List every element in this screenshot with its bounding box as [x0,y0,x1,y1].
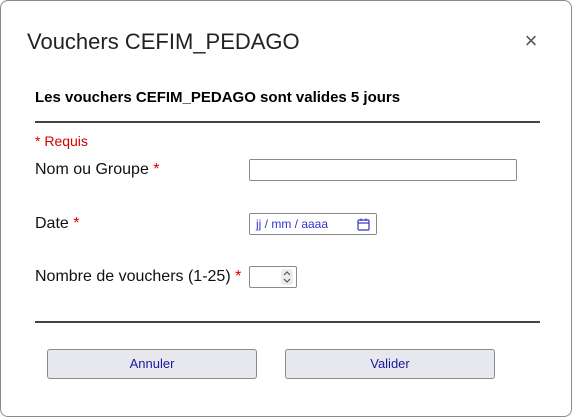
bottom-divider [35,321,540,323]
count-label-text: Nombre de vouchers (1-25) [35,268,231,285]
date-label-text: Date [35,215,69,232]
number-spinner-icon[interactable] [281,269,293,285]
date-placeholder: jj / mm / aaaa [256,217,329,231]
name-label: Nom ou Groupe * [35,161,160,179]
calendar-icon[interactable] [357,217,370,231]
date-input[interactable]: jj / mm / aaaa [249,213,377,235]
voucher-dialog: Vouchers CEFIM_PEDAGO × Les vouchers CEF… [0,0,572,417]
name-input[interactable] [249,159,517,181]
close-icon[interactable]: × [520,30,542,53]
date-label: Date * [35,215,79,233]
count-required-marker: * [235,268,242,285]
top-divider [35,121,540,123]
voucher-count-input[interactable] [249,266,297,288]
required-note: * Requis [35,133,88,149]
name-label-text: Nom ou Groupe [35,161,149,178]
dialog-subtitle: Les vouchers CEFIM_PEDAGO sont valides 5… [35,89,401,106]
count-label: Nombre de vouchers (1-25) * [35,268,241,286]
cancel-button[interactable]: Annuler [47,349,257,379]
dialog-title: Vouchers CEFIM_PEDAGO [27,29,300,54]
name-required-marker: * [153,161,160,178]
date-required-marker: * [73,215,80,232]
submit-button[interactable]: Valider [285,349,495,379]
